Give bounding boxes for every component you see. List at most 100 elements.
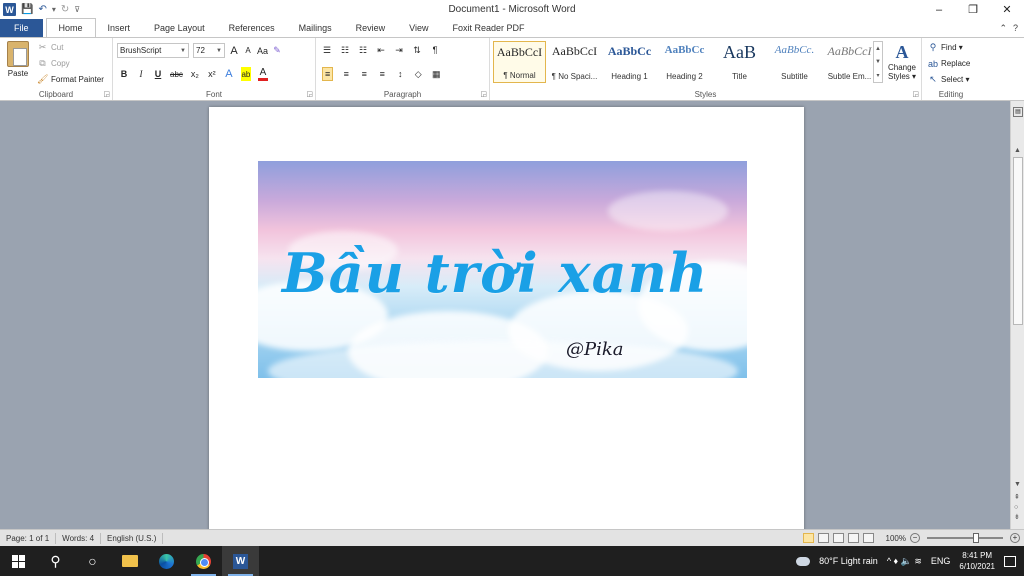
edge-browser-icon[interactable]: [148, 546, 185, 576]
increase-indent-button[interactable]: ⇥: [394, 43, 404, 57]
paste-button[interactable]: Paste: [4, 41, 32, 78]
minimize-ribbon-icon[interactable]: ⌃: [999, 23, 1007, 34]
scroll-down-icon[interactable]: ▼: [1014, 481, 1021, 488]
text-effects-button[interactable]: A: [224, 67, 234, 81]
customize-qat-icon[interactable]: ⊽: [74, 5, 80, 14]
select-button[interactable]: ↖ Select ▾: [928, 73, 970, 86]
style-heading-1[interactable]: AaBbCc Heading 1: [603, 41, 656, 83]
zoom-slider-knob[interactable]: [973, 533, 979, 543]
chevron-down-icon[interactable]: ▼: [875, 59, 881, 65]
tab-page-layout[interactable]: Page Layout: [142, 19, 217, 37]
tab-foxit-reader-pdf[interactable]: Foxit Reader PDF: [441, 19, 537, 37]
multilevel-list-button[interactable]: ☷: [358, 43, 368, 57]
tab-home[interactable]: Home: [45, 18, 96, 37]
font-color-button[interactable]: A: [257, 67, 268, 81]
vertical-scrollbar[interactable]: ▤ ▲ ▼ ⇞ ○ ⇟: [1010, 101, 1024, 529]
search-icon[interactable]: ⚲: [37, 546, 74, 576]
restore-button[interactable]: ❐: [956, 0, 990, 19]
font-launcher-icon[interactable]: ◲: [306, 90, 313, 98]
zoom-in-button[interactable]: +: [1010, 533, 1020, 543]
document-page[interactable]: Bầu trời xanh @Pika: [209, 107, 804, 529]
language-indicator[interactable]: English (U.S.): [101, 532, 164, 544]
word-count[interactable]: Words: 4: [56, 532, 102, 544]
undo-dropdown-icon[interactable]: ▾: [52, 5, 56, 14]
file-explorer-icon[interactable]: [111, 546, 148, 576]
save-icon[interactable]: 💾: [21, 4, 33, 15]
style-subtle-emphasis[interactable]: AaBbCcI Subtle Em...: [823, 41, 876, 83]
sort-button[interactable]: ⇅: [412, 43, 422, 57]
align-center-button[interactable]: ≡: [341, 67, 351, 81]
start-button[interactable]: [0, 546, 37, 576]
sky-banner-image[interactable]: Bầu trời xanh @Pika: [258, 161, 747, 378]
undo-icon[interactable]: ↶: [38, 4, 46, 15]
align-left-button[interactable]: ≡: [322, 67, 334, 81]
borders-button[interactable]: ▦: [431, 67, 441, 81]
change-styles-button[interactable]: A Change Styles ▾: [884, 41, 920, 81]
scroll-up-icon[interactable]: ▲: [1014, 147, 1021, 154]
tab-file[interactable]: File: [0, 19, 43, 37]
tab-view[interactable]: View: [397, 19, 440, 37]
tab-mailings[interactable]: Mailings: [287, 19, 344, 37]
web-layout-view-icon[interactable]: [832, 533, 844, 543]
strikethrough-button[interactable]: abc: [170, 67, 183, 81]
zoom-slider[interactable]: [927, 533, 1003, 543]
superscript-button[interactable]: x²: [207, 67, 217, 81]
font-family-select[interactable]: BrushScript ▼: [117, 43, 189, 58]
clipboard-launcher-icon[interactable]: ◲: [103, 90, 110, 98]
show-formatting-button[interactable]: ¶: [430, 43, 440, 57]
clear-formatting-button[interactable]: ✎: [272, 44, 282, 58]
decrease-indent-button[interactable]: ⇤: [376, 43, 386, 57]
word-taskbar-icon[interactable]: W: [222, 546, 259, 576]
shrink-font-button[interactable]: A: [243, 44, 253, 58]
numbering-button[interactable]: ☷: [340, 43, 350, 57]
tray-icons[interactable]: ^ ♦ 🔈 ≋: [887, 556, 922, 567]
find-button[interactable]: ⚲ Find ▾: [928, 41, 970, 54]
tab-review[interactable]: Review: [344, 19, 398, 37]
print-layout-view-icon[interactable]: [802, 533, 814, 543]
styles-launcher-icon[interactable]: ◲: [912, 90, 919, 98]
ruler-toggle-icon[interactable]: ▤: [1013, 107, 1023, 117]
replace-button[interactable]: ab Replace: [928, 57, 970, 70]
input-language[interactable]: ENG: [931, 556, 951, 566]
task-view-icon[interactable]: ○: [74, 546, 111, 576]
font-size-select[interactable]: 72 ▼: [193, 43, 225, 58]
more-styles-icon[interactable]: ▾: [876, 72, 879, 79]
paragraph-launcher-icon[interactable]: ◲: [480, 90, 487, 98]
change-case-button[interactable]: Aa: [257, 44, 268, 58]
line-spacing-button[interactable]: ↕: [395, 67, 405, 81]
notification-center-icon[interactable]: [1004, 555, 1016, 567]
style-normal[interactable]: AaBbCcI ¶ Normal: [493, 41, 546, 83]
bullets-button[interactable]: ☰: [322, 43, 332, 57]
italic-button[interactable]: I: [136, 67, 146, 81]
highlight-button[interactable]: ab: [240, 67, 251, 81]
minimize-button[interactable]: –: [922, 0, 956, 19]
tab-references[interactable]: References: [217, 19, 287, 37]
style-heading-2[interactable]: AaBbCc Heading 2: [658, 41, 711, 83]
page-count[interactable]: Page: 1 of 1: [0, 532, 57, 544]
zoom-level[interactable]: 100%: [886, 534, 906, 543]
chrome-browser-icon[interactable]: [185, 546, 222, 576]
zoom-out-button[interactable]: −: [910, 533, 920, 543]
close-button[interactable]: ✕: [990, 0, 1024, 19]
chevron-up-icon[interactable]: ▲: [875, 46, 881, 52]
draft-view-icon[interactable]: [862, 533, 874, 543]
style-title[interactable]: AaB Title: [713, 41, 766, 83]
redo-icon[interactable]: ↻: [61, 4, 69, 15]
weather-text[interactable]: 80°F Light rain: [819, 556, 878, 566]
shading-button[interactable]: ◇: [413, 67, 423, 81]
style-no-spacing[interactable]: AaBbCcI ¶ No Spaci...: [548, 41, 601, 83]
justify-button[interactable]: ≡: [377, 67, 387, 81]
styles-gallery-scroll[interactable]: ▲ ▼ ▾: [873, 41, 883, 83]
outline-view-icon[interactable]: [847, 533, 859, 543]
scrollbar-thumb[interactable]: [1013, 157, 1023, 325]
word-app-icon[interactable]: W: [3, 3, 16, 16]
style-subtitle[interactable]: AaBbCc. Subtitle: [768, 41, 821, 83]
clock[interactable]: 8:41 PM 6/10/2021: [959, 550, 995, 572]
full-screen-view-icon[interactable]: [817, 533, 829, 543]
bold-button[interactable]: B: [119, 67, 129, 81]
align-right-button[interactable]: ≡: [359, 67, 369, 81]
subscript-button[interactable]: x₂: [190, 67, 200, 81]
copy-button[interactable]: ⧉ Copy: [37, 57, 104, 70]
page-navigation-icons[interactable]: ⇞ ○ ⇟: [1014, 493, 1020, 523]
format-painter-button[interactable]: 🖌 Format Painter: [37, 73, 104, 86]
